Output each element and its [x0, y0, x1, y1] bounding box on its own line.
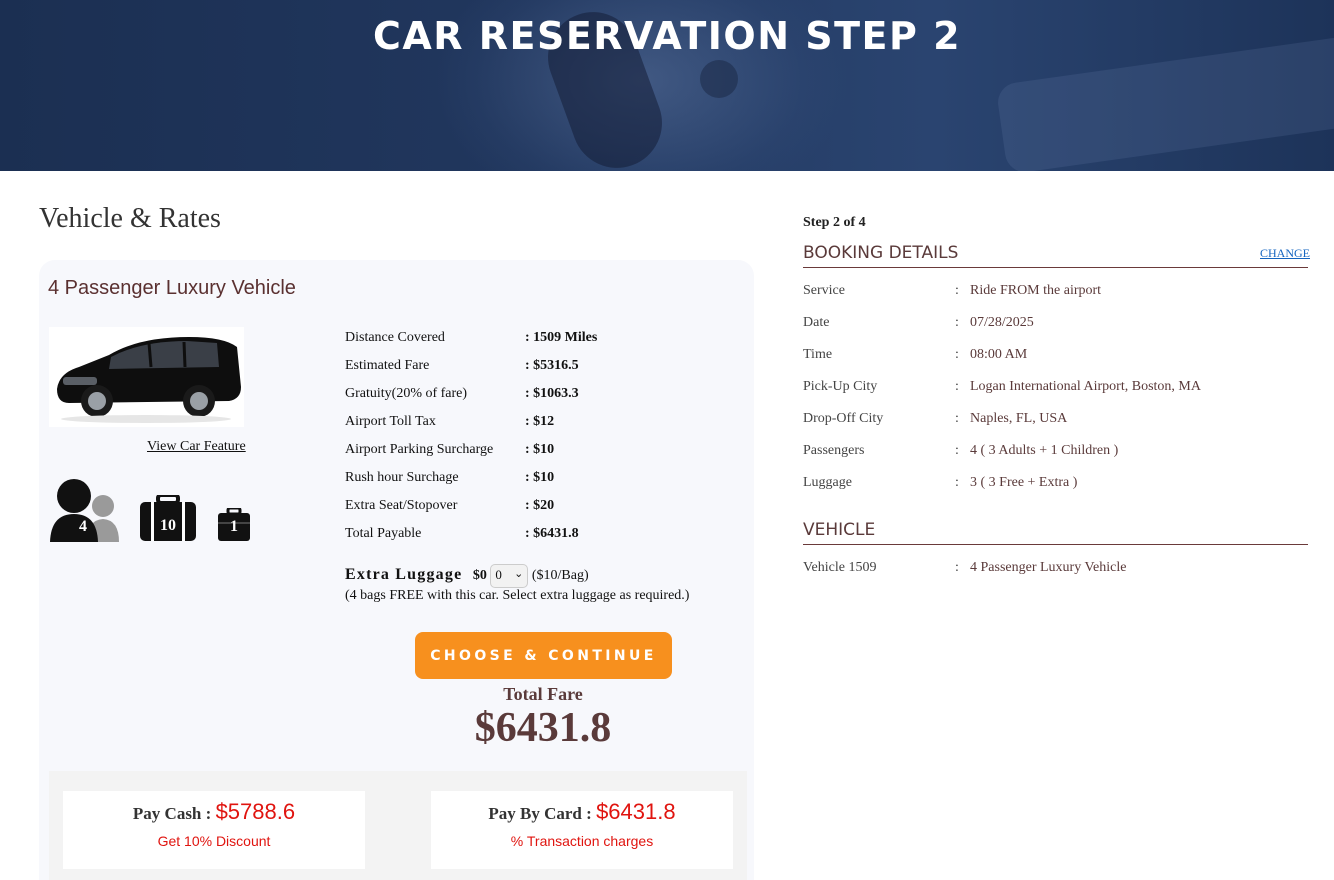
change-link[interactable]: CHANGE — [1260, 246, 1310, 261]
pay-card-label: Pay By Card : — [488, 804, 592, 823]
page-title: CAR RESERVATION STEP 2 — [372, 14, 962, 58]
rate-label: Rush hour Surchage — [345, 470, 459, 485]
small-bag-count: 1 — [230, 518, 238, 535]
pay-cash-amount: $5788.6 — [215, 799, 296, 824]
pay-card-option[interactable]: Pay By Card : $6431.8 % Transaction char… — [431, 791, 733, 869]
rate-label: Total Payable — [345, 526, 422, 541]
section-title: Vehicle & Rates — [39, 203, 221, 234]
detail-separator: : — [955, 379, 959, 394]
rate-label: Airport Parking Surcharge — [345, 442, 494, 457]
pay-card-amount: $6431.8 — [596, 799, 676, 824]
large-bag-count: 10 — [160, 517, 176, 534]
detail-value: 07/28/2025 — [970, 315, 1034, 330]
detail-label: Date — [803, 315, 830, 330]
small-luggage-icon: 1 — [218, 506, 250, 541]
passenger-count: 4 — [79, 518, 87, 535]
detail-separator: : — [955, 475, 959, 490]
rate-value: : $12 — [525, 414, 555, 429]
detail-value: 4 Passenger Luxury Vehicle — [970, 560, 1127, 575]
rate-label: Gratuity(20% of fare) — [345, 386, 468, 401]
detail-label: Luggage — [803, 475, 852, 490]
rate-value: : 1509 Miles — [525, 330, 598, 345]
detail-value: Logan International Airport, Boston, MA — [970, 379, 1201, 394]
pay-card-line: Pay By Card : $6431.8 — [431, 799, 733, 825]
extra-luggage-note: (4 bags FREE with this car. Select extra… — [345, 588, 690, 603]
choose-continue-button[interactable]: CHOOSE & CONTINUE — [415, 632, 672, 679]
extra-luggage-select[interactable]: 0 ⌄ — [490, 564, 529, 588]
booking-details-heading: BOOKING DETAILS — [803, 243, 1308, 268]
detail-value: Ride FROM the airport — [970, 283, 1102, 298]
detail-separator: : — [955, 443, 959, 458]
detail-label: Pick-Up City — [803, 379, 878, 394]
total-fare-label: Total Fare — [503, 684, 583, 704]
rate-value: : $5316.5 — [525, 358, 579, 373]
detail-separator: : — [955, 283, 959, 298]
pay-cash-line: Pay Cash : $5788.6 — [63, 799, 365, 825]
extra-luggage-title: Extra Luggage — [345, 566, 463, 584]
vehicle-image — [49, 327, 244, 427]
detail-separator: : — [955, 411, 959, 426]
extra-luggage-rate: ($10/Bag) — [531, 568, 589, 584]
detail-label: Drop-Off City — [803, 411, 884, 426]
pay-cash-option[interactable]: Pay Cash : $5788.6 Get 10% Discount — [63, 791, 365, 869]
detail-value: 3 ( 3 Free + Extra ) — [970, 475, 1078, 490]
extra-luggage-amount: $0 — [472, 568, 487, 584]
detail-value: 08:00 AM — [970, 347, 1028, 362]
detail-label: Passengers — [803, 443, 865, 458]
large-luggage-icon: 10 — [140, 493, 196, 541]
rate-label: Estimated Fare — [345, 358, 430, 373]
pay-cash-note: Get 10% Discount — [157, 833, 271, 849]
detail-separator: : — [955, 560, 959, 575]
detail-separator: : — [955, 315, 959, 330]
hero-background-shape — [700, 60, 738, 98]
rate-label: Distance Covered — [345, 330, 445, 345]
extra-luggage-row: Extra Luggage $0 0 ⌄ ($10/Bag) — [345, 564, 589, 588]
chevron-down-icon: ⌄ — [514, 568, 524, 580]
vehicle-heading: VEHICLE — [803, 520, 1308, 545]
detail-label: Vehicle 1509 — [803, 560, 877, 575]
pay-cash-label: Pay Cash : — [132, 804, 212, 823]
total-fare-value: $6431.8 — [474, 705, 612, 751]
hero-banner: CAR RESERVATION STEP 2 — [0, 0, 1334, 171]
pay-card-note: % Transaction charges — [510, 833, 654, 849]
vehicle-name: 4 Passenger Luxury Vehicle — [48, 277, 296, 299]
rate-value: : $10 — [525, 442, 555, 457]
rate-value: : $1063.3 — [525, 386, 579, 401]
rate-value: : $6431.8 — [525, 526, 579, 541]
extra-luggage-selected: 0 — [495, 567, 502, 582]
detail-label: Time — [803, 347, 833, 362]
rate-value: : $10 — [525, 470, 555, 485]
step-indicator: Step 2 of 4 — [803, 215, 866, 230]
detail-separator: : — [955, 347, 959, 362]
detail-value: 4 ( 3 Adults + 1 Children ) — [970, 443, 1119, 458]
detail-label: Service — [803, 283, 845, 298]
passengers-icon: 4 — [49, 476, 121, 544]
rate-label: Extra Seat/Stopover — [345, 498, 458, 513]
detail-value: Naples, FL, USA — [970, 411, 1068, 426]
rate-label: Airport Toll Tax — [345, 414, 436, 429]
rate-value: : $20 — [525, 498, 555, 513]
view-car-feature-link[interactable]: View Car Feature — [147, 439, 246, 455]
